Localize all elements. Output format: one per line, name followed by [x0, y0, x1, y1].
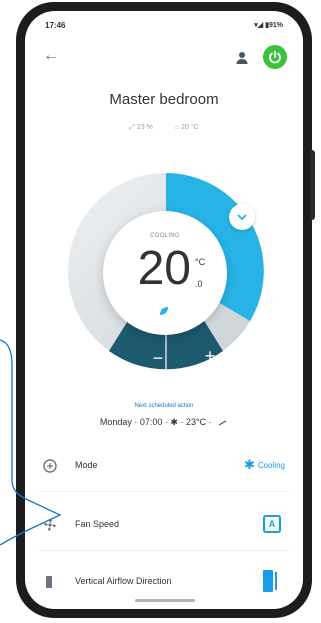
- settings-row-fan-speed[interactable]: Fan Speed A: [39, 505, 289, 545]
- divider: [39, 550, 289, 551]
- person-icon[interactable]: [235, 51, 249, 65]
- edit-icon[interactable]: [218, 419, 228, 427]
- mode-icon: [43, 459, 57, 473]
- humidity-value: 23 %: [136, 124, 153, 131]
- fan-icon: [44, 519, 56, 531]
- status-bar: 17:46 ▾◢ ▮91%: [25, 11, 303, 33]
- decrease-temperature-button[interactable]: −: [143, 346, 173, 370]
- power-button[interactable]: [263, 45, 287, 69]
- humidity-reading: ⤢ 23 %: [129, 124, 153, 131]
- app-screen: 17:46 ▾◢ ▮91% ← Master bedroom ⤢ 23 % ⌂ …: [25, 11, 303, 609]
- power-icon: [269, 50, 281, 64]
- status-indicators: ▾◢ ▮91%: [254, 22, 283, 29]
- fan-speed-auto-icon: A: [263, 515, 281, 533]
- settings-row-vertical-airflow[interactable]: Vertical Airflow Direction: [39, 562, 289, 602]
- next-scheduled-action-label: Next scheduled action: [134, 403, 194, 409]
- mode-status-label: COOLING: [150, 233, 180, 239]
- indoor-temp-reading: ⌂ 20 °C: [174, 124, 199, 131]
- chevron-down-icon: [237, 214, 247, 221]
- room-title: Master bedroom: [109, 91, 219, 108]
- leaf-icon: [160, 307, 168, 315]
- dial-handle[interactable]: [229, 204, 255, 230]
- temperature-unit: °C: [195, 257, 206, 267]
- snowflake-icon: ✱: [243, 457, 255, 472]
- mode-label: Mode: [75, 460, 98, 470]
- temperature-decimal: .0: [195, 279, 203, 289]
- phone-side-button: [310, 150, 315, 220]
- mode-value-text: Cooling: [257, 460, 285, 470]
- fan-speed-label: Fan Speed: [75, 519, 120, 529]
- airflow-direction-icon: [263, 570, 277, 592]
- indoor-temp-value: 20 °C: [181, 124, 199, 131]
- temperature-display: COOLING 20 °C .0: [103, 211, 227, 335]
- room-readings: ⤢ 23 % ⌂ 20 °C: [25, 124, 303, 132]
- settings-row-mode[interactable]: Mode ✱ Cooling: [39, 446, 289, 486]
- home-indicator[interactable]: [135, 599, 195, 602]
- schedule-text: Monday · 07:00 · ✱ · 23°C ·: [99, 417, 212, 427]
- airflow-icon: [46, 576, 52, 588]
- vertical-airflow-label: Vertical Airflow Direction: [75, 576, 172, 586]
- divider: [39, 491, 289, 492]
- arrow-left-icon[interactable]: ←: [43, 47, 59, 65]
- increase-temperature-button[interactable]: +: [195, 344, 225, 368]
- schedule-summary[interactable]: Monday · 07:00 · ✱ · 23°C ·: [25, 417, 303, 428]
- status-time: 17:46: [45, 21, 66, 30]
- temperature-value: 20: [137, 242, 191, 295]
- mode-value: ✱ Cooling: [243, 457, 285, 472]
